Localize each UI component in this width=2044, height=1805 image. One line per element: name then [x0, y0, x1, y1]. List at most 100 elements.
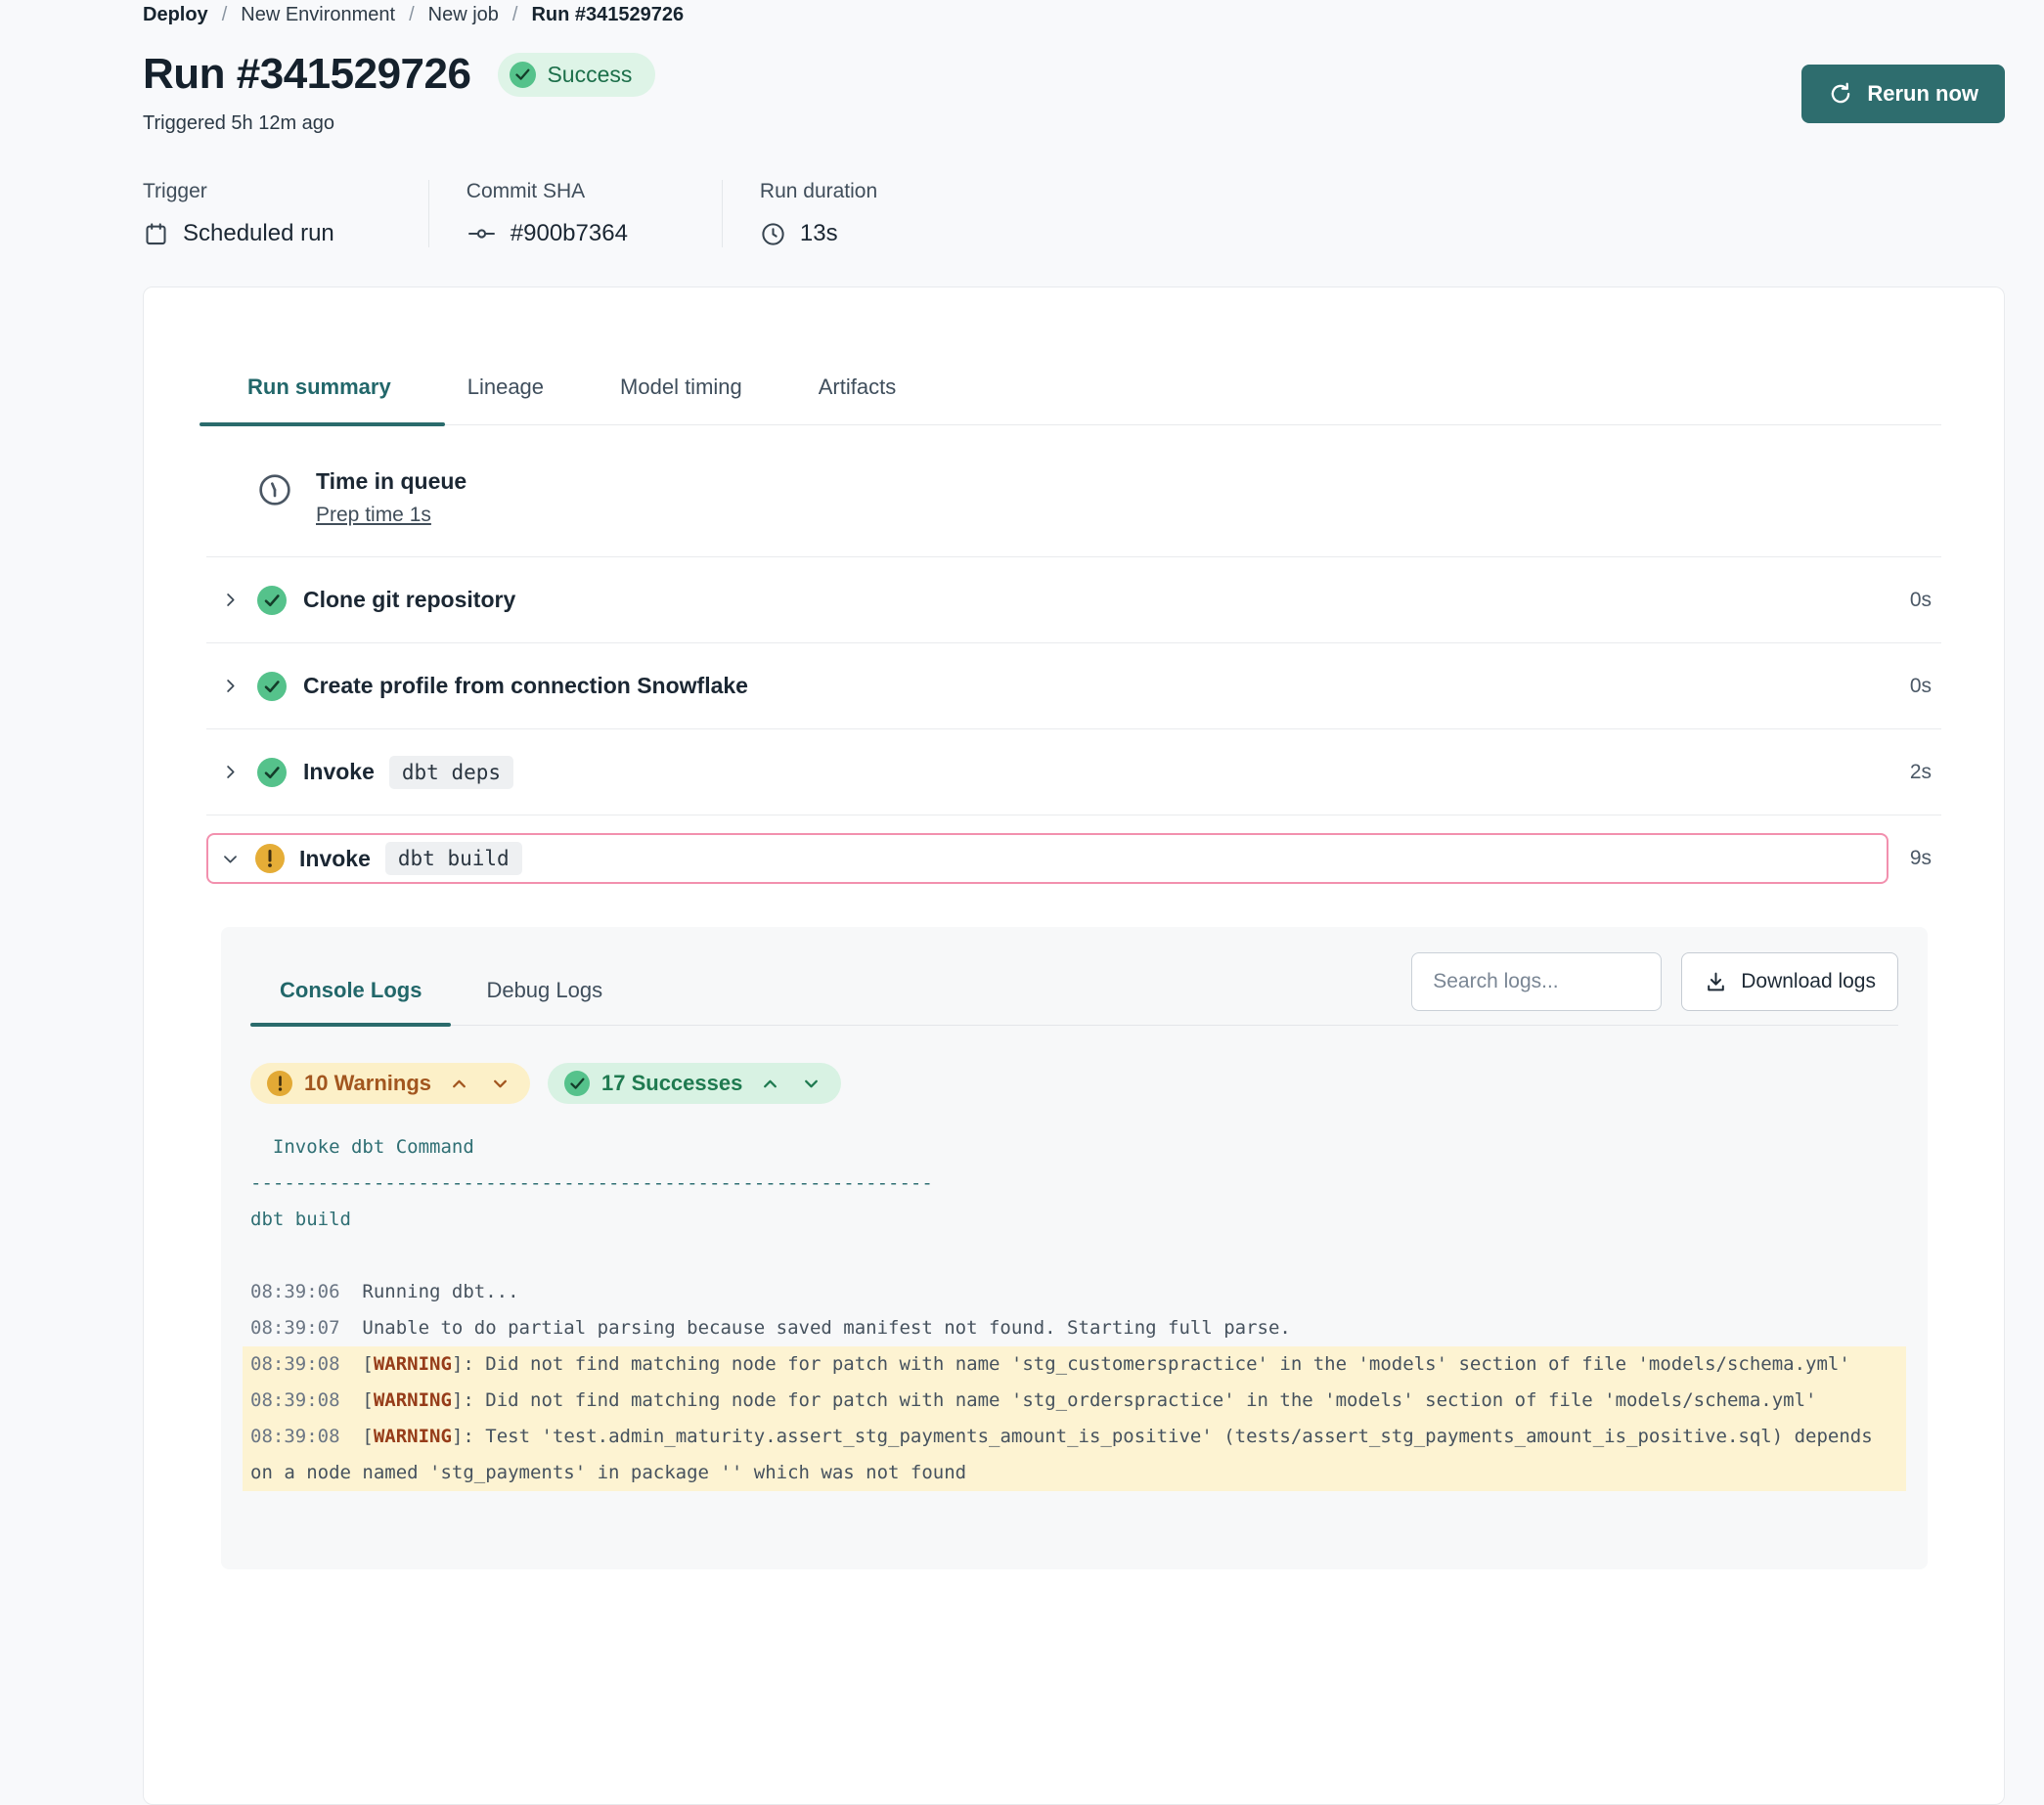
- download-logs-button[interactable]: Download logs: [1681, 952, 1898, 1011]
- run-tabs: Run summary Lineage Model timing Artifacts: [206, 374, 1941, 425]
- check-circle-icon: [257, 672, 287, 701]
- commit-icon: [467, 221, 497, 246]
- time-in-queue-section: Time in queue Prep time 1s: [206, 468, 1941, 557]
- step-row[interactable]: Create profile from connection Snowflake…: [206, 643, 1941, 729]
- step-duration: 2s: [1910, 761, 1932, 784]
- breadcrumb-separator: /: [409, 4, 415, 26]
- badge-label: 17 Successes: [601, 1071, 742, 1096]
- breadcrumb-item: Run #341529726: [531, 4, 684, 26]
- tab-model-timing[interactable]: Model timing: [620, 374, 742, 424]
- breadcrumb-item[interactable]: Deploy: [143, 4, 208, 26]
- log-panel: Console Logs Debug Logs Download logs 10 …: [221, 927, 1928, 1569]
- chevron-down-icon[interactable]: [221, 850, 240, 868]
- step-title: Clone git repository: [303, 587, 515, 613]
- meta-duration-label: Run duration: [760, 180, 877, 203]
- log-timestamp: 08:39:07: [250, 1317, 340, 1339]
- chevron-right-icon[interactable]: [221, 591, 240, 609]
- breadcrumb-separator: /: [512, 4, 518, 26]
- meta-commit-label: Commit SHA: [467, 180, 628, 203]
- log-level-warning: WARNING: [374, 1389, 452, 1411]
- log-level-warning: WARNING: [374, 1353, 452, 1375]
- tab-run-summary[interactable]: Run summary: [247, 374, 391, 424]
- meta-trigger-label: Trigger: [143, 180, 334, 203]
- status-badge-label: Success: [547, 62, 632, 88]
- badge-label: 10 Warnings: [304, 1071, 431, 1096]
- prep-time-link[interactable]: Prep time 1s: [316, 504, 431, 527]
- step-expanded-box[interactable]: Invokedbt build: [206, 833, 1888, 884]
- console-log-content: Invoke dbt Command----------------------…: [250, 1129, 1898, 1491]
- meta-commit: Commit SHA #900b7364: [428, 180, 722, 247]
- step-row[interactable]: Clone git repository 0s: [206, 557, 1941, 643]
- log-tabs: Console Logs Debug Logs: [250, 978, 602, 1025]
- log-blank-line: [243, 1238, 1906, 1274]
- step-list: Clone git repository0sCreate profile fro…: [206, 557, 1941, 884]
- chevron-down-icon[interactable]: [798, 1076, 824, 1092]
- page-header: Run #341529726 Success: [143, 50, 2005, 99]
- log-tab-debug-logs[interactable]: Debug Logs: [486, 978, 602, 1025]
- step-row-expanded[interactable]: Invokedbt build 9s: [206, 833, 1941, 884]
- log-header: Console Logs Debug Logs Download logs: [250, 952, 1898, 1026]
- breadcrumb-separator: /: [222, 4, 228, 26]
- meta-trigger: Trigger Scheduled run: [143, 180, 428, 247]
- chevron-up-icon[interactable]: [446, 1076, 472, 1092]
- search-logs-input[interactable]: [1411, 952, 1662, 1011]
- log-tab-console-logs[interactable]: Console Logs: [280, 978, 422, 1025]
- step-title: Create profile from connection Snowflake: [303, 673, 748, 699]
- check-circle-icon: [257, 758, 287, 787]
- tab-lineage[interactable]: Lineage: [467, 374, 544, 424]
- breadcrumb: Deploy / New Environment / New job / Run #3415…: [143, 4, 2005, 26]
- rerun-now-label: Rerun now: [1867, 81, 1978, 107]
- log-timestamp: 08:39:08: [250, 1426, 340, 1447]
- step-command-chip: dbt deps: [389, 756, 513, 789]
- meta-commit-value: #900b7364: [511, 220, 628, 247]
- chevron-right-icon[interactable]: [221, 677, 240, 695]
- check-circle-icon: [564, 1071, 590, 1096]
- log-line: 08:39:08 [WARNING]: Test 'test.admin_mat…: [243, 1419, 1906, 1491]
- download-logs-label: Download logs: [1741, 970, 1876, 993]
- step-row[interactable]: Invokedbt deps2s: [206, 729, 1941, 815]
- log-line: 08:39:06 Running dbt...: [243, 1274, 1906, 1310]
- chevron-down-icon[interactable]: [487, 1076, 513, 1092]
- step-duration: 0s: [1910, 589, 1932, 612]
- log-command-line: dbt build: [243, 1202, 1906, 1238]
- run-summary-card: Run summaryLineageModel timingArtifacts …: [143, 286, 2005, 1805]
- meta-duration: Run duration 13s: [722, 180, 971, 247]
- breadcrumb-item[interactable]: New job: [428, 4, 499, 26]
- meta-trigger-value: Scheduled run: [183, 220, 334, 247]
- log-line: 08:39:07 Unable to do partial parsing be…: [243, 1310, 1906, 1346]
- successes-badge: 17 Successes: [548, 1063, 841, 1104]
- refresh-icon: [1828, 81, 1853, 107]
- run-meta: Trigger Scheduled run Commit SHA #900b73…: [143, 180, 2005, 247]
- calendar-icon: [143, 221, 169, 247]
- chevron-up-icon[interactable]: [757, 1076, 783, 1092]
- meta-duration-value: 13s: [800, 220, 838, 247]
- tab-artifacts[interactable]: Artifacts: [819, 374, 896, 424]
- check-circle-icon: [257, 586, 287, 615]
- log-command-line: ----------------------------------------…: [243, 1166, 1906, 1202]
- rerun-now-button[interactable]: Rerun now: [1801, 65, 2005, 123]
- log-line: 08:39:08 [WARNING]: Did not find matchin…: [243, 1383, 1906, 1419]
- triggered-text: Triggered 5h 12m ago: [143, 112, 2005, 135]
- log-timestamp: 08:39:08: [250, 1353, 340, 1375]
- step-command-chip: dbt build: [385, 842, 522, 875]
- check-circle-icon: [510, 62, 536, 88]
- warning-icon: [255, 844, 285, 873]
- log-line: 08:39:08 [WARNING]: Did not find matchin…: [243, 1346, 1906, 1383]
- chevron-right-icon[interactable]: [221, 763, 240, 781]
- download-icon: [1704, 970, 1728, 994]
- log-timestamp: 08:39:06: [250, 1281, 340, 1302]
- log-filter-badges: 10 Warnings 17 Successes: [250, 1063, 1898, 1104]
- clock-icon: [255, 470, 294, 509]
- run-detail-page: Deploy / New Environment / New job / Run #3415…: [0, 0, 2044, 1805]
- step-duration: 9s: [1910, 847, 1932, 870]
- breadcrumb-item[interactable]: New Environment: [241, 4, 395, 26]
- page-title: Run #341529726: [143, 50, 470, 99]
- warnings-badge: 10 Warnings: [250, 1063, 530, 1104]
- warning-icon: [267, 1071, 292, 1096]
- log-level-warning: WARNING: [374, 1426, 452, 1447]
- time-in-queue-title: Time in queue: [316, 468, 467, 495]
- status-badge: Success: [498, 53, 655, 97]
- log-timestamp: 08:39:08: [250, 1389, 340, 1411]
- clock-icon: [760, 221, 786, 247]
- step-duration: 0s: [1910, 675, 1932, 698]
